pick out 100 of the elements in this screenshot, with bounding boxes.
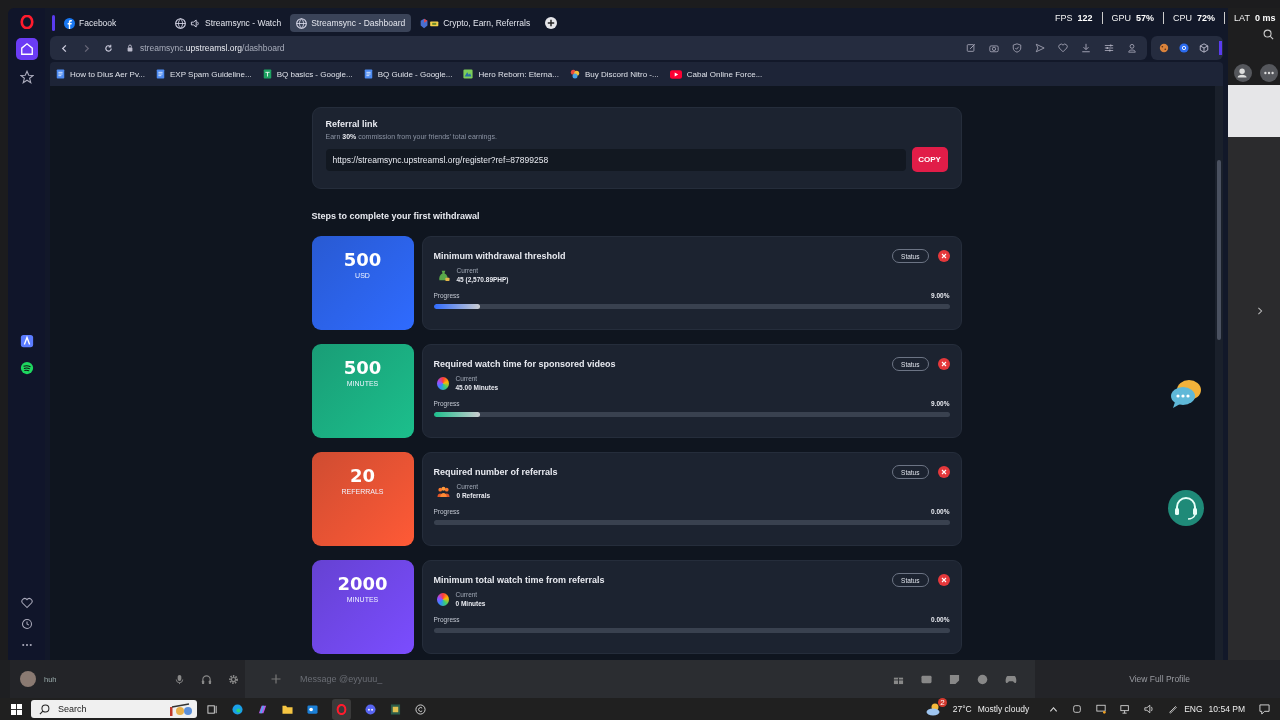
overlay-label: FPS <box>1055 13 1073 23</box>
folder-icon[interactable] <box>282 703 293 715</box>
document-icon[interactable] <box>56 69 65 79</box>
browser-tab[interactable]: Streamsync - Dashboard <box>290 14 412 32</box>
display-icon[interactable] <box>1096 704 1107 714</box>
close-icon[interactable] <box>937 250 950 262</box>
amount: 500 <box>343 357 382 378</box>
browser-tab[interactable]: Crypto, Earn, Referrals <box>414 14 537 32</box>
language-indicator[interactable]: ENG <box>1184 704 1203 714</box>
chevron-up-icon[interactable] <box>1049 704 1059 714</box>
close-icon[interactable] <box>937 358 950 370</box>
scrollbar[interactable] <box>1215 86 1223 660</box>
heart-icon[interactable] <box>20 597 33 609</box>
notifications-icon[interactable] <box>1259 703 1270 715</box>
overlay-label: LAT <box>1234 13 1250 23</box>
cookie-icon[interactable] <box>1159 43 1169 53</box>
card-title: Referral link <box>325 119 379 129</box>
overlay-value: 72% <box>1197 13 1216 23</box>
search-icon[interactable] <box>1263 28 1274 40</box>
add-friend-icon[interactable] <box>1234 63 1252 82</box>
browser-tab[interactable]: Facebook <box>58 14 166 32</box>
close-icon[interactable] <box>937 466 950 478</box>
chat-bubble-icon[interactable] <box>1169 377 1203 411</box>
step-title: Required number of referrals <box>433 467 559 477</box>
user-icon[interactable] <box>1127 43 1137 53</box>
bookmark[interactable]: Buy Discord Nitro -... <box>569 69 659 79</box>
chevron-right-icon[interactable] <box>1256 307 1264 315</box>
sticker-icon[interactable] <box>949 673 960 685</box>
url-text: streamsync.upstreamsl.org/dashboard <box>140 43 285 53</box>
gamepad-icon[interactable] <box>1005 673 1017 685</box>
overlay-label: GPU <box>1111 13 1132 23</box>
search-icon[interactable] <box>39 703 50 715</box>
bookmark[interactable]: EXP Spam Guideline... <box>156 69 252 79</box>
circle-c-icon[interactable] <box>415 703 426 715</box>
play-icon[interactable] <box>669 69 682 79</box>
volume-icon[interactable] <box>1144 704 1155 714</box>
section-heading: Steps to complete your first withdrawal <box>311 211 481 221</box>
pen-icon[interactable] <box>1168 704 1179 714</box>
headset-icon[interactable] <box>1167 489 1205 527</box>
facebook-icon[interactable] <box>64 17 75 29</box>
send-icon[interactable] <box>1035 43 1045 53</box>
document-icon[interactable] <box>363 69 373 79</box>
referral-link-field[interactable]: https://streamsync.upstreamsl.org/register?ref=87899258 <box>325 148 906 171</box>
copilot-icon[interactable] <box>257 703 268 715</box>
spreadsheet-icon[interactable] <box>262 69 272 79</box>
reload-icon[interactable] <box>104 43 113 53</box>
download-icon[interactable] <box>1081 43 1091 53</box>
clock-icon[interactable] <box>20 618 33 630</box>
temperature: 27°C <box>952 704 972 714</box>
overlay-value: 122 <box>1077 13 1093 23</box>
opera-logo-icon[interactable] <box>19 15 34 29</box>
step-title: Minimum withdrawal threshold <box>433 251 567 261</box>
microphone-icon[interactable] <box>174 673 185 685</box>
money-bag-icon <box>436 268 450 282</box>
more-icon[interactable] <box>1260 63 1278 82</box>
speaker-icon[interactable] <box>190 17 201 29</box>
tab-indicator <box>52 15 55 31</box>
bookmark[interactable]: BQ Guide - Google... <box>363 69 453 79</box>
taskbar-button[interactable] <box>332 698 351 720</box>
taskbar-search[interactable]: Search <box>31 700 197 718</box>
people-icon <box>436 484 450 498</box>
avatar[interactable] <box>20 671 36 687</box>
task-view-icon[interactable] <box>207 703 218 715</box>
view-profile-link[interactable]: View Full Profile <box>1129 674 1190 684</box>
back-icon[interactable] <box>60 43 69 53</box>
clock[interactable]: 10:54 PM <box>1208 704 1245 714</box>
bookmark[interactable]: Hero Reborn: Eterna... <box>463 69 559 79</box>
amount: 500 <box>343 249 382 270</box>
game-icon[interactable] <box>390 703 401 715</box>
overlay-value: 0 ms <box>1254 13 1276 23</box>
cube-icon[interactable] <box>420 17 440 29</box>
headphones-icon[interactable] <box>201 673 212 685</box>
settings-icon[interactable] <box>228 673 239 685</box>
discord-icon[interactable] <box>365 703 376 715</box>
bookmark[interactable]: BQ basics - Google... <box>262 69 353 79</box>
edit-icon[interactable] <box>966 43 976 53</box>
cube-icon[interactable] <box>1199 43 1209 53</box>
overlay-label: CPU <box>1173 13 1193 23</box>
opera-icon[interactable] <box>336 703 347 715</box>
document-icon[interactable] <box>156 69 165 79</box>
globe-icon[interactable] <box>296 17 308 29</box>
shield-icon[interactable] <box>1012 43 1022 53</box>
game-icon[interactable] <box>463 69 474 79</box>
edge-icon[interactable] <box>232 703 243 715</box>
mail-icon[interactable] <box>307 703 318 715</box>
lock-icon <box>126 44 134 52</box>
address-bar[interactable]: streamsync.upstreamsl.org/dashboard <box>50 36 1147 60</box>
copy-button[interactable]: COPY <box>911 147 948 172</box>
start-icon[interactable] <box>11 703 22 715</box>
globe-icon[interactable] <box>175 17 186 29</box>
bookmark[interactable]: Cabal Online Force... <box>669 69 763 79</box>
network-icon[interactable] <box>1120 704 1131 714</box>
overlay-value: 57% <box>1136 13 1155 23</box>
heart-icon[interactable] <box>1058 43 1068 53</box>
browser-tab[interactable]: Streamsync - Watch <box>169 14 288 32</box>
close-icon[interactable] <box>937 574 950 586</box>
bookmark[interactable]: How to Dius Aer Pv... <box>56 69 145 79</box>
extension-icon[interactable] <box>1179 43 1189 53</box>
settings-icon[interactable] <box>1104 43 1114 53</box>
circles-icon[interactable] <box>569 69 580 79</box>
